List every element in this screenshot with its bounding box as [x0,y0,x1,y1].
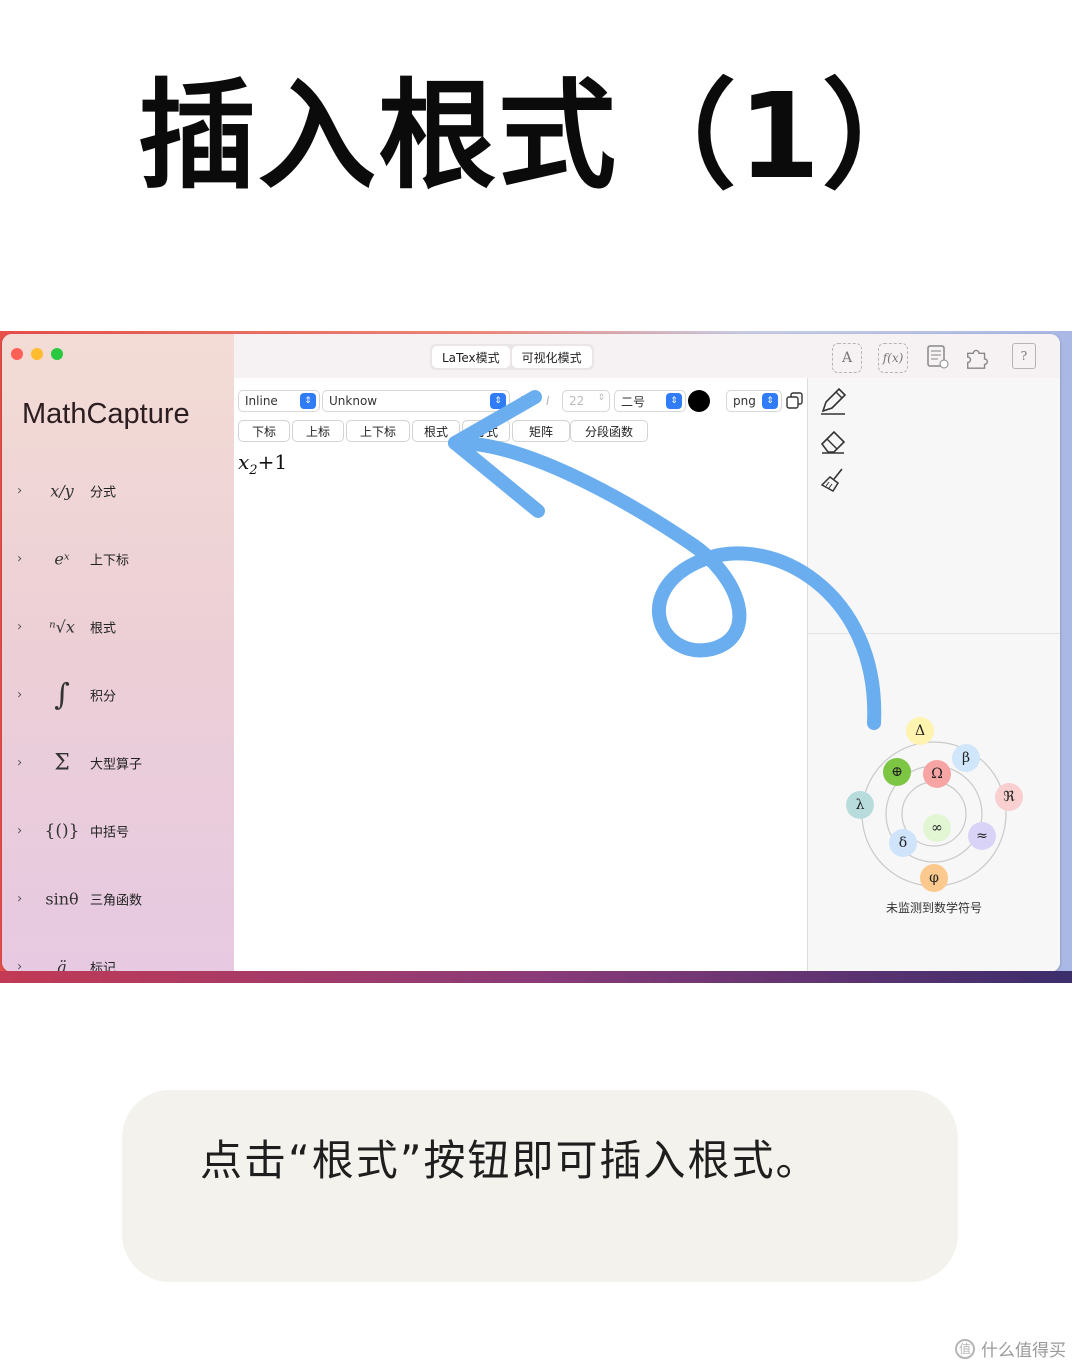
editor-area: Inline ⇕ Unknow ⇕ B I 22 ⇕ 二号 ⇕ png ⇕ 下标… [234,378,808,972]
symbol-wheel: Δ β ℜ ≈ φ δ λ ⊕ Ω ∞ [808,378,1060,972]
puzzle-icon[interactable] [964,343,992,371]
minimize-window-button[interactable] [31,348,43,360]
chevron-right-icon: › [17,823,23,839]
watermark: 值 什么值得买 [955,1336,1066,1361]
select-arrows-icon: ⇕ [666,393,682,409]
tab-subscript[interactable]: 下标 [238,420,290,442]
stepper-icon: ⇕ [597,393,605,403]
display-mode-select[interactable]: Inline ⇕ [238,390,320,412]
chevron-right-icon: › [17,483,23,499]
superscript-icon: eˣ [54,549,70,569]
sidebar-item-fraction[interactable]: › x/y 分式 [2,461,234,521]
sidebar-item-large-operator[interactable]: › Σ 大型算子 [2,733,234,793]
size-name-value: 二号 [621,394,646,409]
copy-icon[interactable] [786,392,804,410]
select-arrows-icon: ⇕ [300,393,316,409]
drawing-panel: Δ β ℜ ≈ φ δ λ ⊕ Ω ∞ 未监测到数学符号 [808,378,1060,972]
symbol-node-beta[interactable]: β [952,744,980,772]
sidebar-item-brackets[interactable]: › {()} 中括号 [2,801,234,861]
select-arrows-icon: ⇕ [762,393,778,409]
latex-mode-tab[interactable]: LaTex模式 [432,346,510,368]
color-picker[interactable] [688,390,710,412]
tab-radical[interactable]: 根式 [412,420,460,442]
sidebar-item-label: 三角函数 [90,893,143,909]
symbol-status: 未监测到数学符号 [885,901,982,915]
brackets-icon: {()} [44,821,80,841]
tab-piecewise[interactable]: 分段函数 [570,420,648,442]
sidebar-item-label: 分式 [90,485,117,501]
formula-preview[interactable]: x2+1 [238,450,287,478]
symbol-node-delta[interactable]: Δ [906,717,934,745]
symbol-node-phi[interactable]: φ [920,864,948,892]
sidebar-item-label: 大型算子 [90,757,143,773]
chevron-right-icon: › [17,551,23,567]
sidebar-item-label: 积分 [90,689,117,705]
smzdm-logo-icon: 值 [955,1338,975,1359]
tab-superscript[interactable]: 上标 [292,420,344,442]
sum-icon: Σ [54,750,70,776]
sidebar-item-radical[interactable]: › ⁿ√x 根式 [2,597,234,657]
bold-button[interactable]: B [514,390,534,412]
zoom-window-button[interactable] [51,348,63,360]
accent-icon: ä [57,957,67,973]
italic-button[interactable]: I [540,390,558,412]
format-select[interactable]: png ⇕ [726,390,782,412]
chevron-right-icon: › [17,755,23,771]
sidebar-item-label: 上下标 [90,553,130,569]
desktop-strip [0,971,1072,983]
symbol-node-infinity[interactable]: ∞ [923,814,951,842]
symbol-node-oplus[interactable]: ⊕ [883,758,911,786]
tab-sub-superscript[interactable]: 上下标 [346,420,410,442]
visual-mode-tab[interactable]: 可视化模式 [511,346,592,368]
font-value: Unknow [329,394,378,408]
sidebar-item-integral[interactable]: › ∫ 积分 [2,665,234,725]
sidebar: MathCapture › x/y 分式 › eˣ 上下标 › ⁿ√x 根式 ›… [2,334,234,972]
help-icon[interactable]: ? [1012,343,1036,369]
select-arrows-icon: ⇕ [490,393,506,409]
page-title: 插入根式（1） [137,67,943,205]
chevron-right-icon: › [17,891,23,907]
fraction-icon: x/y [50,481,74,501]
tab-matrix[interactable]: 矩阵 [512,420,570,442]
symbol-node-approx[interactable]: ≈ [968,822,996,850]
display-mode-value: Inline [245,394,278,408]
size-name-select[interactable]: 二号 ⇕ [614,390,686,412]
sidebar-item-accent[interactable]: › ä 标记 [2,937,234,973]
app-window: MathCapture › x/y 分式 › eˣ 上下标 › ⁿ√x 根式 ›… [2,334,1060,972]
sidebar-item-label: 中括号 [90,825,130,841]
caption-text: 点击“根式”按钮即可插入根式。 [200,1136,820,1185]
sidebar-item-superscript[interactable]: › eˣ 上下标 [2,529,234,589]
formula-base: x [238,450,250,474]
chevron-right-icon: › [17,687,23,703]
caption-box: 点击“根式”按钮即可插入根式。 [122,1090,958,1282]
watermark-text: 什么值得买 [981,1341,1066,1361]
formula-rest: +1 [257,450,288,474]
font-select[interactable]: Unknow ⇕ [322,390,510,412]
symbol-node-lambda[interactable]: λ [846,791,874,819]
formula-subscript: 2 [249,463,258,478]
app-name: MathCapture [22,398,190,430]
sidebar-item-label: 标记 [90,961,117,973]
symbol-node-small-delta[interactable]: δ [889,829,917,857]
document-list-icon[interactable] [924,343,952,371]
text-a-icon[interactable]: A [832,343,862,373]
sidebar-item-label: 根式 [90,621,117,637]
title-bar: LaTex模式 可视化模式 A f(x) ? [234,334,1060,379]
size-stepper[interactable]: 22 ⇕ [562,390,610,412]
function-icon[interactable]: f(x) [878,343,908,373]
integral-icon: ∫ [54,677,70,713]
mode-switch: LaTex模式 可视化模式 [430,344,594,370]
close-window-button[interactable] [11,348,23,360]
format-value: png [733,394,756,408]
radical-icon: ⁿ√x [49,617,75,637]
app-screenshot: MathCapture › x/y 分式 › eˣ 上下标 › ⁿ√x 根式 ›… [0,331,1072,983]
trig-icon: sinθ [45,889,79,909]
symbol-node-real[interactable]: ℜ [995,783,1023,811]
tab-fraction[interactable]: 分式 [462,420,510,442]
size-value: 22 [569,394,585,408]
chevron-right-icon: › [17,619,23,635]
symbol-node-omega[interactable]: Ω [923,760,951,788]
sidebar-item-trig[interactable]: › sinθ 三角函数 [2,869,234,929]
